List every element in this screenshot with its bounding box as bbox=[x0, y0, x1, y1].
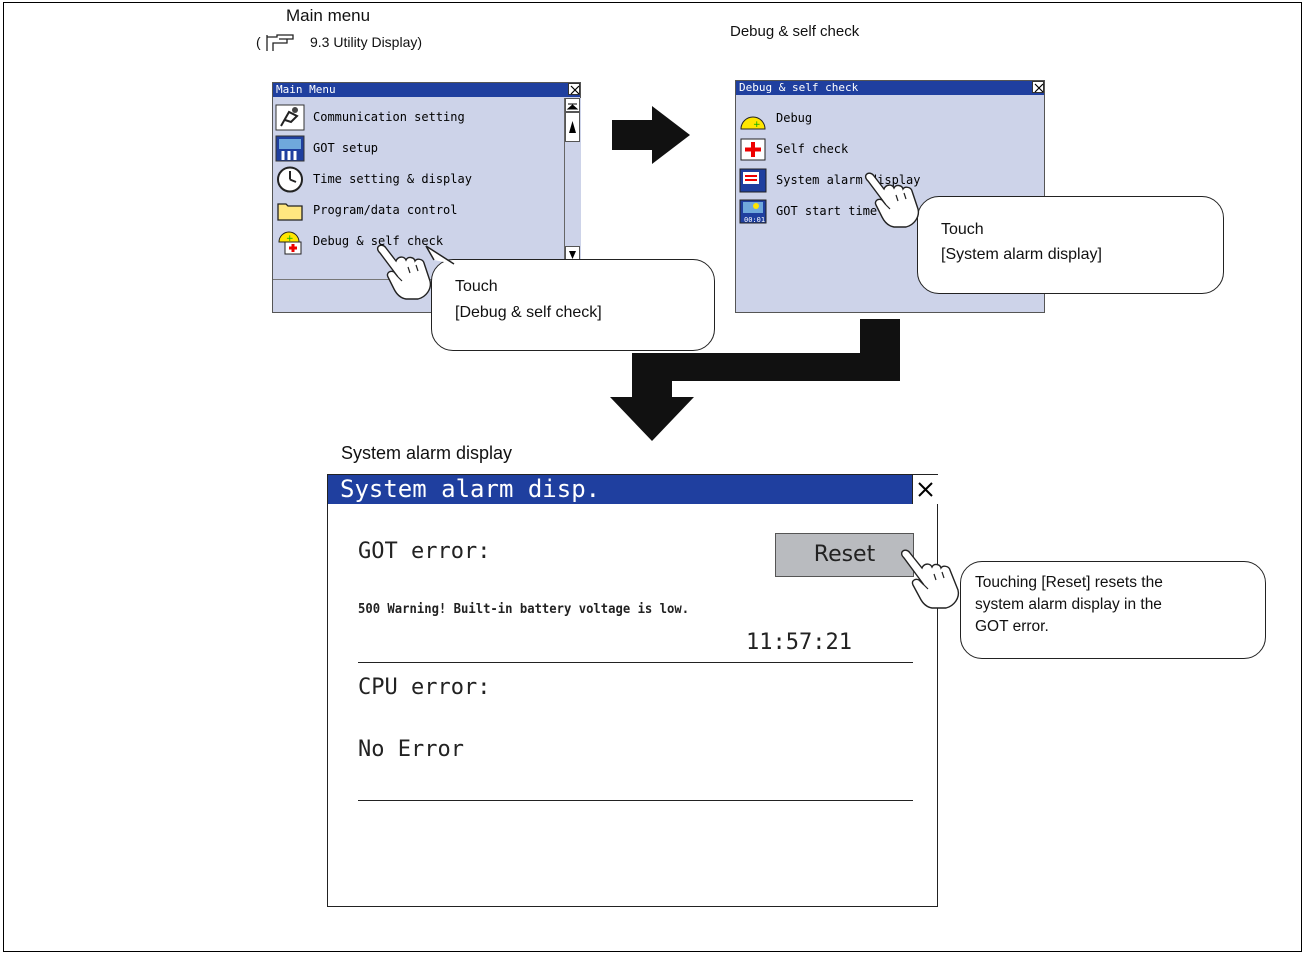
self-check-icon bbox=[738, 136, 768, 163]
cpu-error-divider bbox=[358, 800, 913, 801]
close-icon bbox=[918, 482, 933, 497]
arrow-right-icon bbox=[612, 106, 690, 164]
debug-icon: + bbox=[738, 105, 768, 132]
scroll-down-button[interactable] bbox=[565, 246, 580, 260]
debug-screen-title: Debug & self check bbox=[736, 81, 1044, 95]
menu-item-got-start-time[interactable]: 00:01 GOT start time bbox=[736, 196, 877, 226]
pointing-hand-icon bbox=[864, 172, 920, 228]
folder-icon bbox=[275, 197, 305, 224]
menu-item-communication-setting[interactable]: Communication setting bbox=[273, 102, 465, 132]
scroll-top-icon bbox=[566, 103, 579, 110]
callout-touch-alarm-line1: Touch bbox=[941, 221, 984, 238]
clock-icon bbox=[275, 166, 305, 193]
debug-screen-close-button[interactable] bbox=[1032, 81, 1044, 93]
system-alarm-icon bbox=[738, 167, 768, 194]
menu-item-label: Communication setting bbox=[313, 110, 465, 124]
scroll-top-button[interactable] bbox=[565, 98, 580, 112]
arrow-down-icon bbox=[610, 319, 900, 441]
debug-self-check-caption: Debug & self check bbox=[730, 23, 860, 40]
got-error-message: 500 Warning! Built-in battery voltage is… bbox=[358, 602, 690, 617]
menu-item-label: Time setting & display bbox=[313, 172, 472, 186]
menu-item-label: GOT setup bbox=[313, 141, 379, 155]
communication-icon bbox=[275, 104, 305, 131]
svg-text:00:01: 00:01 bbox=[744, 216, 765, 224]
callout-reset-line3: GOT error. bbox=[975, 618, 1049, 635]
system-alarm-title: System alarm disp. bbox=[328, 475, 912, 504]
utility-ref-paren: ( bbox=[256, 34, 261, 50]
main-menu-close-button[interactable] bbox=[568, 83, 580, 95]
menu-item-got-setup[interactable]: GOT setup bbox=[273, 133, 378, 163]
cpu-error-label: CPU error: bbox=[358, 675, 491, 700]
close-icon bbox=[1034, 83, 1044, 93]
svg-text:+: + bbox=[753, 120, 761, 130]
pointing-hand-icon bbox=[900, 549, 960, 609]
got-error-label: GOT error: bbox=[358, 539, 491, 564]
system-alarm-screen: System alarm disp. GOT error: Reset 500 … bbox=[327, 474, 938, 907]
callout-reset-line1: Touching [Reset] resets the bbox=[975, 574, 1163, 591]
close-icon bbox=[570, 85, 580, 95]
main-menu-scrollbar[interactable] bbox=[564, 98, 581, 260]
scroll-up-icon bbox=[569, 121, 576, 133]
callout-touch-debug-line1: Touch bbox=[455, 278, 498, 295]
callout-touch-debug-line2: [Debug & self check] bbox=[455, 304, 602, 321]
system-alarm-display-caption: System alarm display bbox=[341, 443, 513, 463]
menu-item-label: Program/data control bbox=[313, 203, 458, 217]
got-start-time-icon: 00:01 bbox=[738, 198, 768, 225]
menu-item-debug[interactable]: + Debug bbox=[736, 103, 812, 133]
main-menu-caption: Main menu bbox=[286, 6, 371, 25]
utility-ref-link[interactable]: 9.3 Utility Display) bbox=[310, 34, 422, 50]
got-error-divider bbox=[358, 662, 913, 663]
cpu-error-message: No Error bbox=[358, 737, 464, 762]
callout-touch-alarm-line2: [System alarm display] bbox=[941, 246, 1102, 263]
menu-item-self-check[interactable]: Self check bbox=[736, 134, 848, 164]
debug-icon: + bbox=[275, 228, 305, 255]
main-menu-title: Main Menu bbox=[273, 83, 580, 97]
menu-item-label: Debug bbox=[776, 111, 813, 125]
got-error-time: 11:57:21 bbox=[746, 630, 852, 655]
menu-item-program-data-control[interactable]: Program/data control bbox=[273, 195, 458, 225]
system-alarm-close-button[interactable] bbox=[912, 475, 938, 504]
scroll-up-button[interactable] bbox=[565, 112, 580, 142]
menu-item-time-setting[interactable]: Time setting & display bbox=[273, 164, 472, 194]
reset-button[interactable]: Reset bbox=[775, 533, 914, 577]
reference-hand-icon bbox=[266, 34, 294, 51]
menu-item-label: Self check bbox=[776, 142, 849, 156]
pointing-hand-icon bbox=[376, 244, 432, 300]
callout-reset-line2: system alarm display in the bbox=[975, 596, 1162, 613]
got-setup-icon bbox=[275, 135, 305, 162]
